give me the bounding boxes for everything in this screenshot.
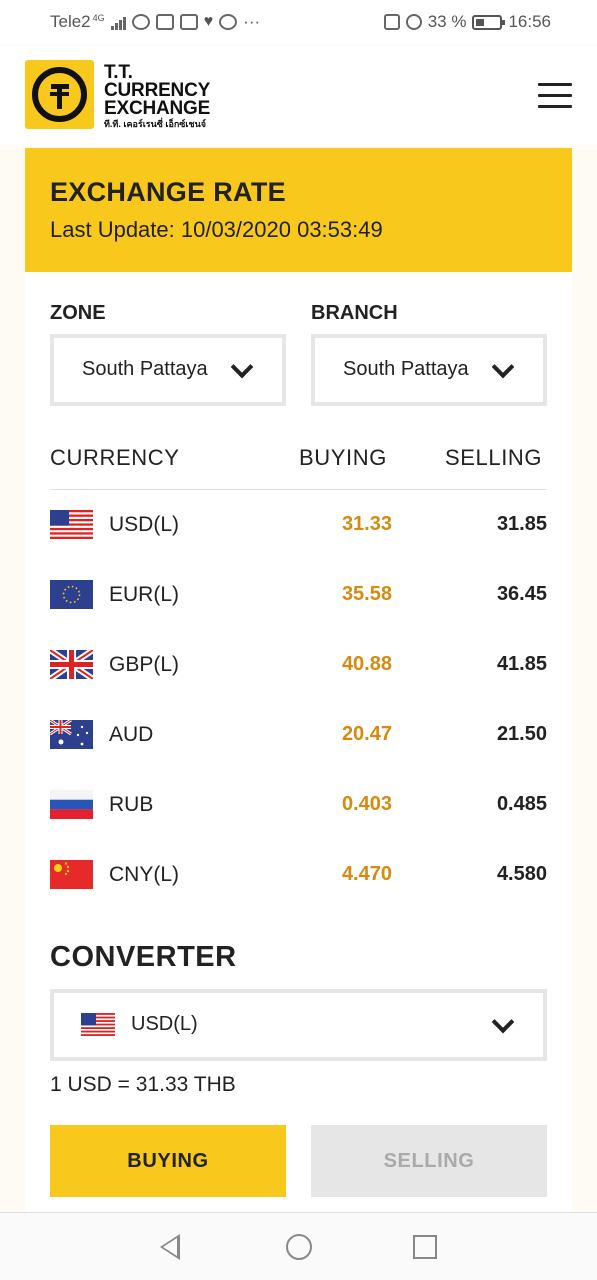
status-left: Tele2 4G ♥ ··· xyxy=(50,12,260,32)
exchange-rate-header: EXCHANGE RATE Last Update: 10/03/2020 03… xyxy=(25,148,572,272)
currency-code: CNY(L) xyxy=(109,863,180,886)
nfc-icon xyxy=(383,14,400,30)
logo-t-stem xyxy=(57,84,62,109)
exchange-card: EXCHANGE RATE Last Update: 10/03/2020 03… xyxy=(25,148,572,1212)
hamburger-menu-icon[interactable] xyxy=(538,83,572,109)
back-icon[interactable] xyxy=(160,1234,180,1260)
selling-rate: 21.50 xyxy=(496,723,547,745)
table-row[interactable]: AUD 20.47 21.50 xyxy=(50,715,547,755)
au-flag-icon xyxy=(50,720,93,749)
chevron-down-icon xyxy=(230,355,254,379)
selling-rate: 0.485 xyxy=(496,793,547,815)
zone-select[interactable]: South Pattaya xyxy=(50,334,286,406)
table-row[interactable]: CNY(L) 4.470 4.580 xyxy=(50,855,547,895)
selling-rate: 31.85 xyxy=(496,513,547,535)
table-row[interactable]: RUB 0.403 0.485 xyxy=(50,785,547,825)
buying-rate: 31.33 xyxy=(341,513,392,535)
recent-apps-icon[interactable] xyxy=(413,1235,437,1259)
selling-header: SELLING xyxy=(445,445,543,470)
selling-tab-button[interactable]: SELLING xyxy=(311,1125,547,1197)
uk-flag-icon xyxy=(50,650,93,679)
network-label: 4G xyxy=(92,13,105,23)
branch-select[interactable]: South Pattaya xyxy=(311,334,547,406)
logo-icon[interactable] xyxy=(25,60,94,129)
alarm-icon xyxy=(405,14,422,30)
home-icon[interactable] xyxy=(286,1234,312,1260)
table-row[interactable]: GBP(L) 40.88 41.85 xyxy=(50,645,547,685)
brand-thai: ที.ที. เคอร์เรนซี่ เอ็กซ์เชนจ์ xyxy=(104,119,207,129)
currency-code: AUD xyxy=(109,723,154,746)
brand-line3: EXCHANGE xyxy=(104,98,211,119)
table-divider xyxy=(50,489,547,490)
signal-icon xyxy=(110,14,126,30)
table-row[interactable]: USD(L) 31.33 31.85 xyxy=(50,505,547,545)
health-icon: ♥ xyxy=(203,13,214,30)
exchange-rate-title: EXCHANGE RATE xyxy=(50,177,286,207)
cn-flag-icon xyxy=(50,860,93,889)
last-update: Last Update: 10/03/2020 03:53:49 xyxy=(50,217,383,242)
us-flag-icon xyxy=(81,1013,115,1036)
logo-ring xyxy=(32,67,87,122)
eu-flag-icon xyxy=(50,580,93,609)
battery-icon xyxy=(472,14,506,30)
branch-select-value: South Pattaya xyxy=(343,358,469,380)
news-icon xyxy=(179,14,198,30)
site-header: T.T. CURRENCY EXCHANGE ที.ที. เคอร์เรนซี… xyxy=(0,46,597,146)
selling-rate: 36.45 xyxy=(496,583,547,605)
chevron-down-icon xyxy=(491,355,515,379)
branch-label: BRANCH xyxy=(311,302,398,324)
currency-code: EUR(L) xyxy=(109,583,180,606)
selling-rate: 4.580 xyxy=(496,863,547,885)
buying-header: BUYING xyxy=(299,445,387,470)
viber-icon xyxy=(131,14,150,30)
status-right: 33 % 16:56 xyxy=(383,12,551,32)
status-bar: Tele2 4G ♥ ··· 33 % 16:56 xyxy=(0,0,597,46)
converter-title: CONVERTER xyxy=(50,941,237,973)
table-row[interactable]: EUR(L) 35.58 36.45 xyxy=(50,575,547,615)
whatsapp-icon xyxy=(219,14,238,30)
converter-currency-select[interactable]: USD(L) xyxy=(50,989,547,1061)
currency-code: GBP(L) xyxy=(109,653,180,676)
more-icon: ··· xyxy=(243,12,261,31)
buying-rate: 35.58 xyxy=(341,583,392,605)
zone-select-value: South Pattaya xyxy=(82,358,208,380)
buying-rate: 4.470 xyxy=(341,863,392,885)
buying-tab-button[interactable]: BUYING xyxy=(50,1125,286,1197)
system-nav-bar xyxy=(0,1212,597,1280)
selling-rate: 41.85 xyxy=(496,653,547,675)
brand-name: T.T. CURRENCY EXCHANGE ที.ที. เคอร์เรนซี… xyxy=(104,63,211,130)
carrier-label: Tele2 xyxy=(50,12,91,31)
ru-flag-icon xyxy=(50,790,93,819)
zone-label: ZONE xyxy=(50,302,106,324)
conversion-rate-note: 1 USD = 31.33 THB xyxy=(50,1073,236,1096)
clock: 16:56 xyxy=(508,12,551,31)
currency-header: CURRENCY xyxy=(50,445,180,470)
buying-rate: 40.88 xyxy=(341,653,392,675)
battery-percent: 33 % xyxy=(427,12,467,31)
buying-rate: 20.47 xyxy=(341,723,392,745)
us-flag-icon xyxy=(50,510,93,539)
currency-code: RUB xyxy=(109,793,154,816)
buying-rate: 0.403 xyxy=(341,793,392,815)
chevron-down-icon xyxy=(491,1010,515,1034)
converter-currency-value: USD(L) xyxy=(131,1013,198,1035)
currency-code: USD(L) xyxy=(109,513,180,536)
mail-icon xyxy=(155,14,174,30)
